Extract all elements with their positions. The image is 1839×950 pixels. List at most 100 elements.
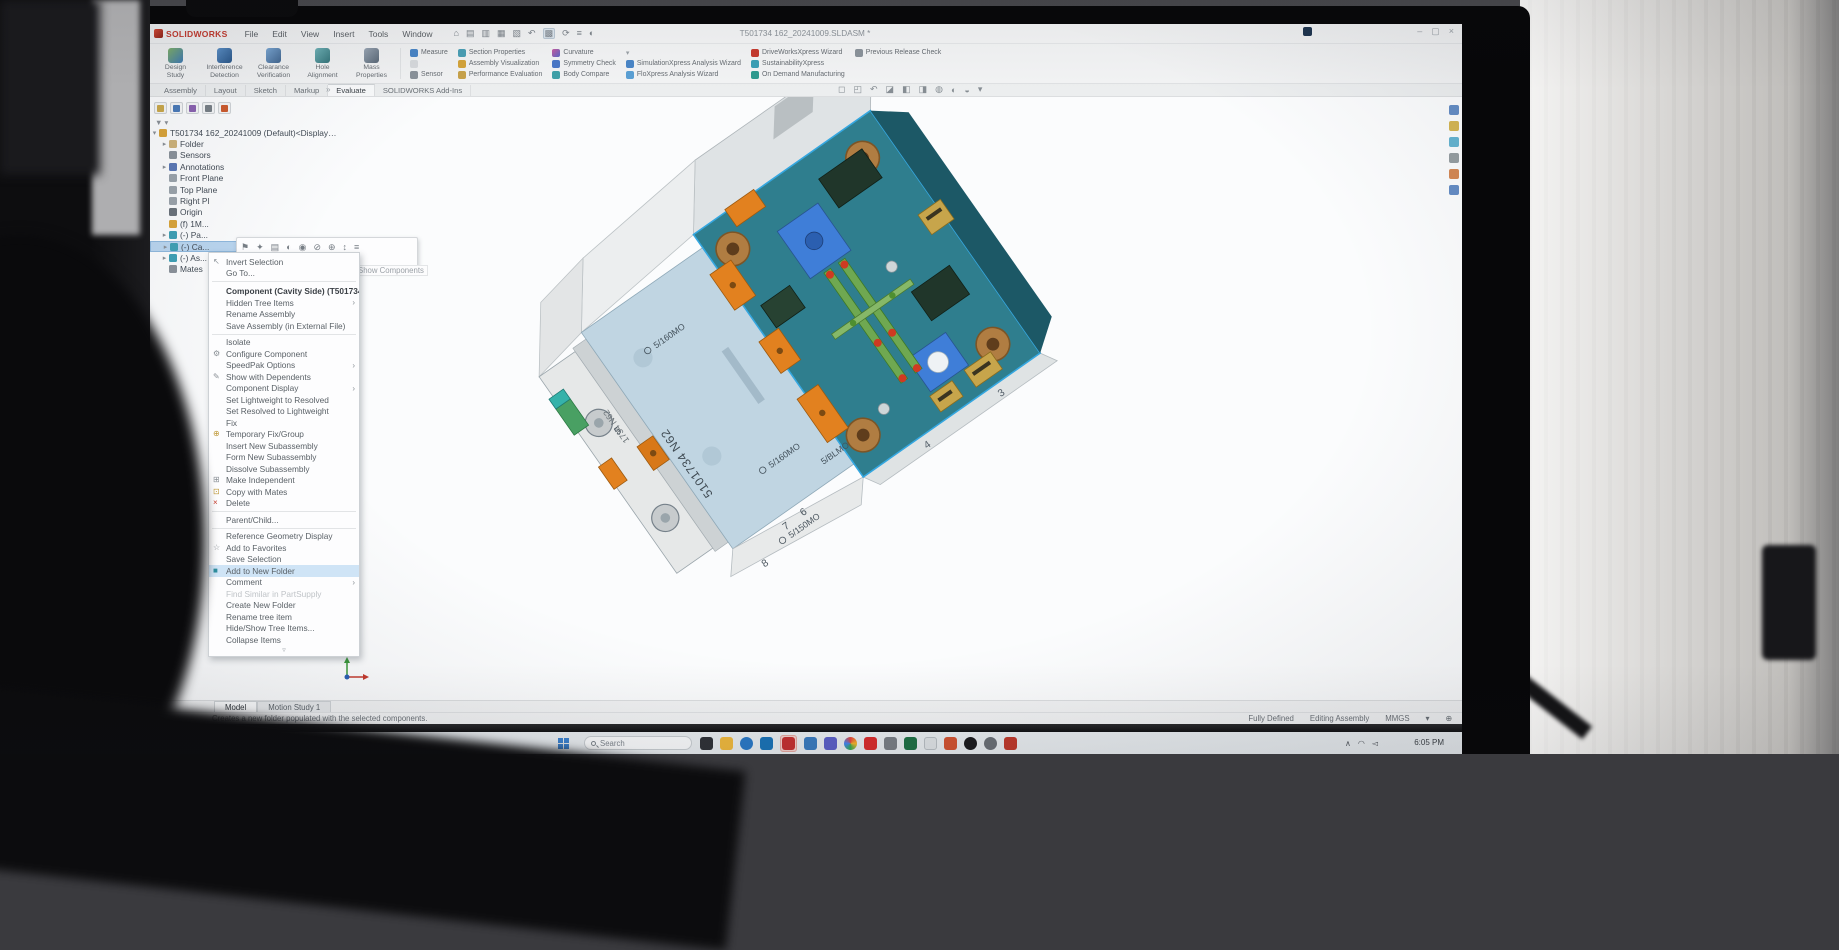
menu-item-save-selection[interactable]: Save Selection <box>209 554 359 566</box>
tree-item-sensors[interactable]: Sensors <box>150 150 338 161</box>
menu-item-collapse-items[interactable]: Collapse Items <box>209 634 359 646</box>
interference-detection-button[interactable]: InterferenceDetection <box>201 46 248 81</box>
menu-item-hide-show-tree-items[interactable]: Hide/Show Tree Items... <box>209 623 359 635</box>
tree-item-right-plane[interactable]: Right Pl <box>150 195 338 206</box>
file-explorer-pane-icon[interactable] <box>1449 137 1459 147</box>
menu-item-reference-geometry-display[interactable]: Reference Geometry Display <box>209 531 359 543</box>
excel-icon[interactable] <box>904 737 917 750</box>
selection-icon[interactable]: ▩ <box>543 28 556 39</box>
menu-item-rename-tree-item[interactable]: Rename tree item <box>209 611 359 623</box>
volume-icon[interactable]: ◅ <box>1372 739 1378 748</box>
task-view-icon[interactable] <box>700 737 713 750</box>
featuremanager-tab[interactable] <box>154 102 167 114</box>
save-icon[interactable]: ▦ <box>497 29 506 38</box>
tree-item-origin[interactable]: Origin <box>150 207 338 218</box>
chrome-icon[interactable] <box>844 737 857 750</box>
acrobat-icon[interactable] <box>864 737 877 750</box>
menu-item-dissolve-subassembly[interactable]: Dissolve Subassembly <box>209 463 359 475</box>
menu-item-hidden-tree-items[interactable]: Hidden Tree Items <box>209 297 359 309</box>
assembly-visualization-button[interactable]: Assembly Visualization <box>458 58 543 69</box>
configurationmanager-tab[interactable] <box>186 102 199 114</box>
menu-item-invert-selection[interactable]: ↖Invert Selection <box>209 256 359 268</box>
curvature-button[interactable]: Curvature <box>552 47 615 58</box>
settings-icon[interactable] <box>984 737 997 750</box>
graphics-area[interactable]: 5101734 N62 1734 N62 5/160MO 5/160MO 5/B… <box>148 97 1462 700</box>
fix-component-icon[interactable]: ⊕ <box>328 242 336 253</box>
menu-file[interactable]: File <box>238 29 266 39</box>
menu-item-go-to[interactable]: Go To... <box>209 268 359 280</box>
network-icon[interactable]: ◠ <box>1358 739 1365 748</box>
markup-button[interactable] <box>410 58 448 69</box>
rebuild-icon[interactable]: ⟳ <box>562 29 570 38</box>
measure-button[interactable]: Measure <box>410 47 448 58</box>
wizard-caret[interactable]: ▾ <box>626 47 741 58</box>
whiteboard-icon[interactable] <box>924 737 937 750</box>
view-orientation-icon[interactable]: ◧ <box>902 84 911 95</box>
apply-scene-icon[interactable]: ◒ <box>964 85 969 95</box>
design-study-button[interactable]: DesignStudy <box>152 46 199 81</box>
file-explorer-icon[interactable] <box>720 737 733 750</box>
menu-insert[interactable]: Insert <box>326 29 361 39</box>
simulationxpress-wizard-button[interactable]: SimulationXpress Analysis Wizard <box>626 58 741 69</box>
section-view-icon[interactable]: ◪ <box>886 84 895 95</box>
menu-item-component-display[interactable]: Component Display <box>209 383 359 395</box>
tab-model[interactable]: Model <box>214 701 257 712</box>
menu-view[interactable]: View <box>294 29 326 39</box>
move-component-icon[interactable]: ↕ <box>343 242 348 252</box>
tab-motion-study[interactable]: Motion Study 1 <box>257 701 331 712</box>
display-style-icon[interactable]: ◨ <box>919 84 928 95</box>
menu-edit[interactable]: Edit <box>265 29 294 39</box>
view-settings-icon[interactable]: ▾ <box>978 84 983 95</box>
minimize-icon[interactable]: – <box>1417 27 1422 36</box>
resources-icon[interactable] <box>1449 105 1459 115</box>
outlook-icon[interactable] <box>760 737 773 750</box>
tray-expand-icon[interactable]: ∧ <box>1345 739 1351 748</box>
hole-alignment-button[interactable]: HoleAlignment <box>299 46 346 81</box>
menu-window[interactable]: Window <box>395 29 439 39</box>
tab-sketch[interactable]: Sketch <box>246 85 286 96</box>
menu-item-comment[interactable]: Comment <box>209 577 359 589</box>
undo-icon[interactable]: ↶ <box>528 29 536 38</box>
tree-item-front-plane[interactable]: Front Plane <box>150 173 338 184</box>
tree-item-annotations[interactable]: ▸Annotations <box>150 161 338 172</box>
menu-item-show-with-dependents[interactable]: ✎Show with Dependents <box>209 371 359 383</box>
tab-assembly[interactable]: Assembly <box>156 85 206 96</box>
edit-appearance-icon[interactable]: ◐ <box>951 85 956 95</box>
tree-root[interactable]: ▾T501734 162_20241009 (Default)<Display … <box>150 127 338 138</box>
flag-icon[interactable]: ⚑ <box>241 242 249 253</box>
start-button[interactable] <box>558 738 569 749</box>
menu-item-add-to-favorites[interactable]: ☆Add to Favorites <box>209 542 359 554</box>
powerpoint-icon[interactable] <box>944 737 957 750</box>
appearance-icon[interactable]: ◐ <box>286 242 291 252</box>
tab-markup[interactable]: Markup <box>286 85 328 96</box>
floxpress-wizard-button[interactable]: FloXpress Analysis Wizard <box>626 69 741 80</box>
menu-item-rename-assembly[interactable]: Rename Assembly <box>209 309 359 321</box>
clearance-verification-button[interactable]: ClearanceVerification <box>250 46 297 81</box>
menu-item-make-independent[interactable]: ⊞Make Independent <box>209 475 359 487</box>
teams-icon[interactable] <box>824 737 837 750</box>
menu-item-copy-with-mates[interactable]: ⊡Copy with Mates <box>209 486 359 498</box>
menu-item-add-to-new-folder[interactable]: ■Add to New Folder <box>209 565 359 577</box>
new-document-icon[interactable]: ▤ <box>466 29 475 38</box>
previous-view-icon[interactable]: ↶ <box>870 84 878 95</box>
menu-item-configure-component[interactable]: ⚙Configure Component <box>209 348 359 360</box>
properties-icon[interactable]: ≡ <box>354 242 359 252</box>
design-library-icon[interactable] <box>1449 121 1459 131</box>
tree-item-top-plane[interactable]: Top Plane <box>150 184 338 195</box>
search-box[interactable]: Search <box>584 736 692 750</box>
tree-filter[interactable]: ▼▾ <box>150 117 338 127</box>
menu-item-isolate[interactable]: Isolate <box>209 337 359 349</box>
body-compare-button[interactable]: Body Compare <box>552 69 615 80</box>
menu-item-form-new-subassembly[interactable]: Form New Subassembly <box>209 452 359 464</box>
maximize-icon[interactable]: ▢ <box>1431 27 1440 36</box>
appearance-icon[interactable]: ◐ <box>589 29 594 38</box>
zoom-area-icon[interactable]: ◰ <box>853 84 862 95</box>
sensor-button[interactable]: Sensor <box>410 69 448 80</box>
hide-component-icon[interactable]: ◉ <box>299 242 307 253</box>
notification-badge-icon[interactable] <box>1303 27 1312 36</box>
red-app-icon[interactable] <box>1004 737 1017 750</box>
performance-evaluation-button[interactable]: Performance Evaluation <box>458 69 543 80</box>
dimxpertmanager-tab[interactable] <box>202 102 215 114</box>
open-part-icon[interactable]: ▤ <box>271 242 280 253</box>
status-units[interactable]: MMGS <box>1385 714 1409 723</box>
